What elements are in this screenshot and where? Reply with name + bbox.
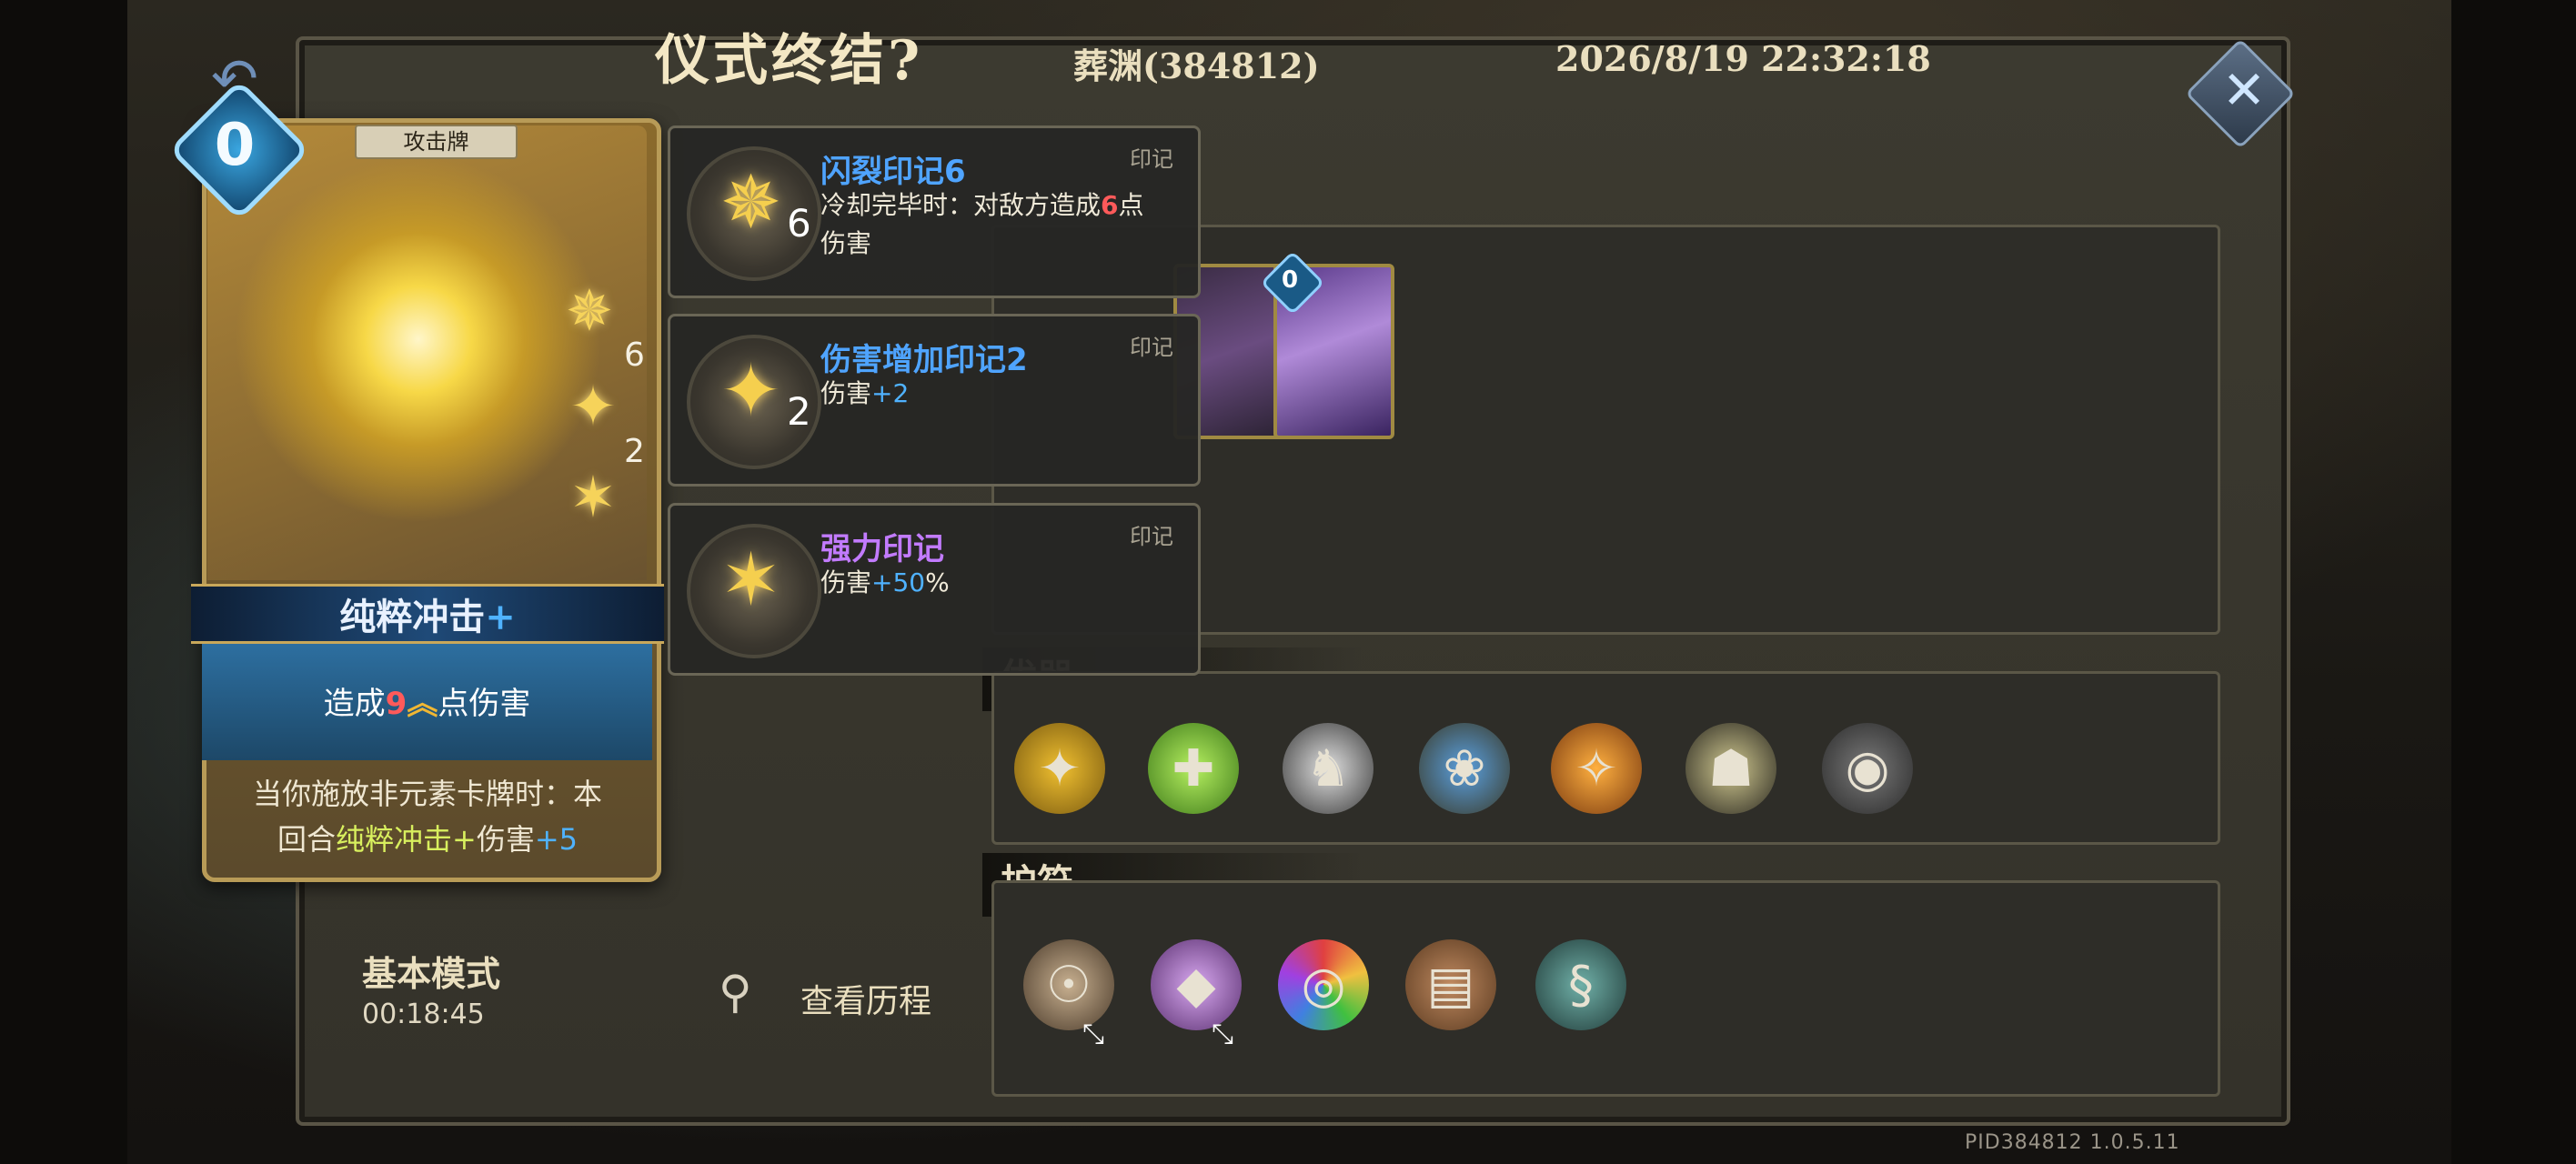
history-icon[interactable]: ⚲ bbox=[719, 966, 773, 1020]
upgrade-icon: ︽ bbox=[407, 686, 438, 722]
close-icon[interactable]: ✕ bbox=[2212, 58, 2276, 122]
mark-title: 伤害增加印记2 bbox=[820, 342, 1028, 378]
card-effect: 造成9︽点伤害 bbox=[323, 686, 531, 722]
mark-count: 6 bbox=[787, 201, 811, 246]
plague-doctor-relic-icon[interactable]: ☗ bbox=[1685, 723, 1776, 814]
damage-up-mark-icon[interactable]: ✦ bbox=[569, 373, 617, 439]
mark-description: 伤害+50% bbox=[820, 567, 950, 597]
owl-skull-amulet-icon[interactable]: ☉ bbox=[1023, 939, 1114, 1030]
purple-crystal-amulet-icon[interactable]: ◆ bbox=[1151, 939, 1242, 1030]
mark-title: 强力印记 bbox=[820, 531, 944, 567]
card-type: 攻击牌 bbox=[355, 125, 518, 159]
shrink-icon: ⤡ bbox=[1212, 1018, 1233, 1050]
card-mark-count: 6 bbox=[624, 336, 645, 374]
dark-knight-relic-icon[interactable]: ♞ bbox=[1283, 723, 1374, 814]
mark-title: 闪裂印记6 bbox=[820, 154, 966, 190]
page-title: 仪式终结? bbox=[655, 29, 924, 93]
deck-card-cost: 0 bbox=[1281, 266, 1299, 294]
shatter-mark-glyph: ✵ bbox=[720, 160, 782, 245]
pid-version: PID384812 1.0.5.11 bbox=[1965, 1131, 2180, 1154]
blue-flower-book-relic-icon[interactable]: ❀ bbox=[1419, 723, 1510, 814]
card-description: 当你施放非元素卡牌时：本 回合纯粹冲击+伤害+5 bbox=[252, 777, 602, 857]
serpent-mask-amulet-icon[interactable]: § bbox=[1535, 939, 1626, 1030]
card-cost: 0 bbox=[214, 112, 256, 179]
shrink-icon: ⤡ bbox=[1082, 1018, 1104, 1050]
golden-coins-relic-icon[interactable]: ✦ bbox=[1014, 723, 1105, 814]
mark-count: 2 bbox=[787, 389, 811, 434]
mark-category: 印记 bbox=[1130, 524, 1173, 549]
power-mark-icon[interactable]: ✶ bbox=[569, 464, 617, 530]
mark-category: 印记 bbox=[1130, 146, 1173, 172]
mark-description: 冷却完毕时：对敌方造成6点 伤害 bbox=[820, 190, 1144, 258]
shatter-mark-icon[interactable]: ✵ bbox=[566, 277, 613, 344]
power-mark-glyph: ✶ bbox=[720, 537, 782, 622]
leather-book-amulet-icon[interactable]: ▤ bbox=[1405, 939, 1496, 1030]
rainbow-compass-amulet-icon[interactable]: ◎ bbox=[1278, 939, 1369, 1030]
mark-category: 印记 bbox=[1130, 335, 1173, 360]
elapsed-time: 00:18:45 bbox=[362, 998, 485, 1030]
damage-up-mark-glyph: ✦ bbox=[720, 348, 782, 433]
burning-card-relic-icon[interactable]: ✧ bbox=[1551, 723, 1642, 814]
shadow-shield-warrior-relic-icon[interactable]: ◉ bbox=[1822, 723, 1913, 814]
card-name: 纯粹冲击+ bbox=[339, 596, 516, 638]
view-history-label[interactable]: 查看历程 bbox=[800, 975, 931, 1022]
mark-tooltip-power: ✶ 强力印记 印记 伤害+50% bbox=[668, 503, 1201, 676]
mark-description: 伤害+2 bbox=[820, 378, 910, 408]
mark-tooltip-damage-up: ✦ 2 伤害增加印记2 印记 伤害+2 bbox=[668, 314, 1201, 487]
datetime: 2026/8/19 22:32:18 bbox=[1555, 38, 1931, 79]
mark-tooltip-shatter: ✵ 6 闪裂印记6 印记 冷却完毕时：对敌方造成6点 伤害 bbox=[668, 125, 1201, 298]
game-mode: 基本模式 bbox=[362, 953, 501, 994]
green-candy-relic-icon[interactable]: ✚ bbox=[1148, 723, 1239, 814]
card-mark-count: 2 bbox=[624, 433, 645, 470]
player-name: 葬渊(384812) bbox=[1073, 45, 1320, 86]
